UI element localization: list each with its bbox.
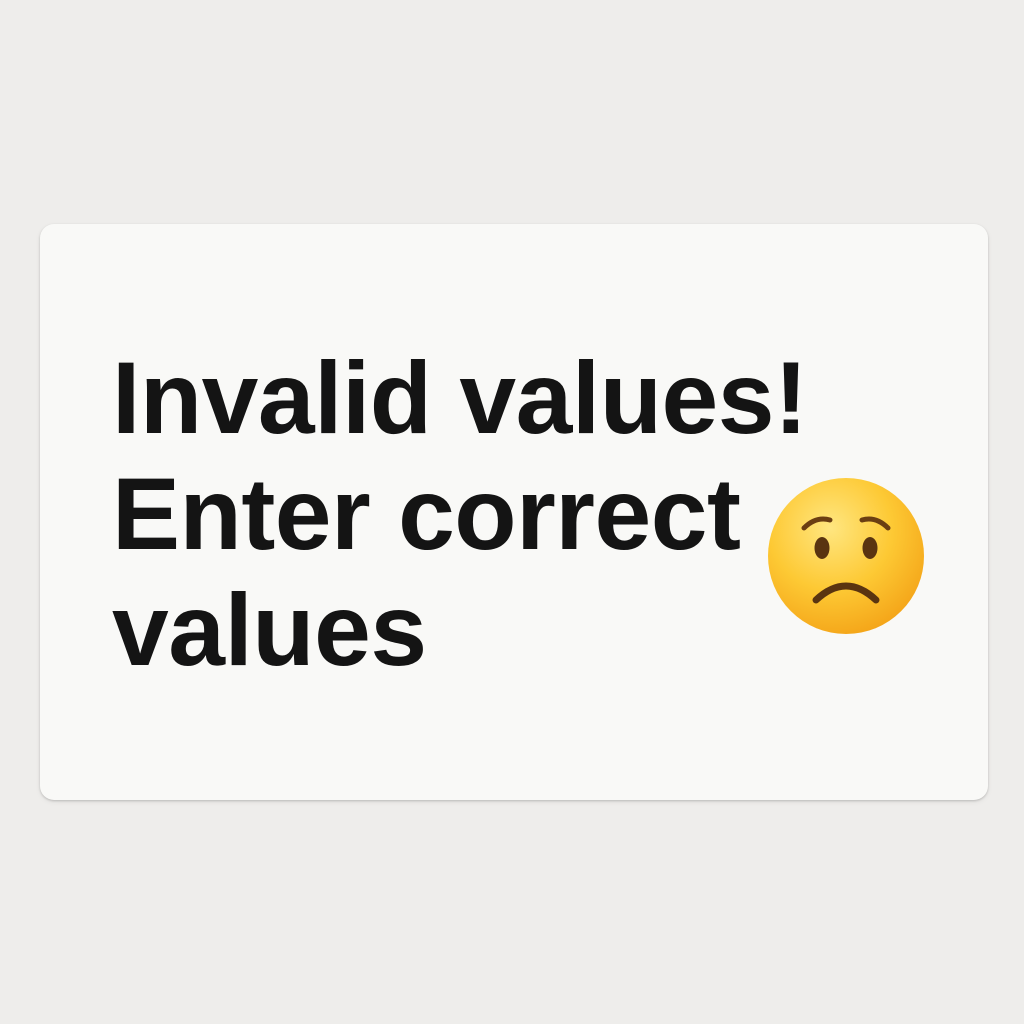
sad-face-icon (768, 478, 924, 634)
error-line-3: values (112, 573, 427, 687)
error-message-card: Invalid values! Enter correct values (40, 224, 988, 800)
error-line-2: Enter correct (112, 457, 741, 571)
error-line-1: Invalid values! (112, 341, 808, 455)
error-message: Invalid values! Enter correct values (112, 340, 808, 688)
